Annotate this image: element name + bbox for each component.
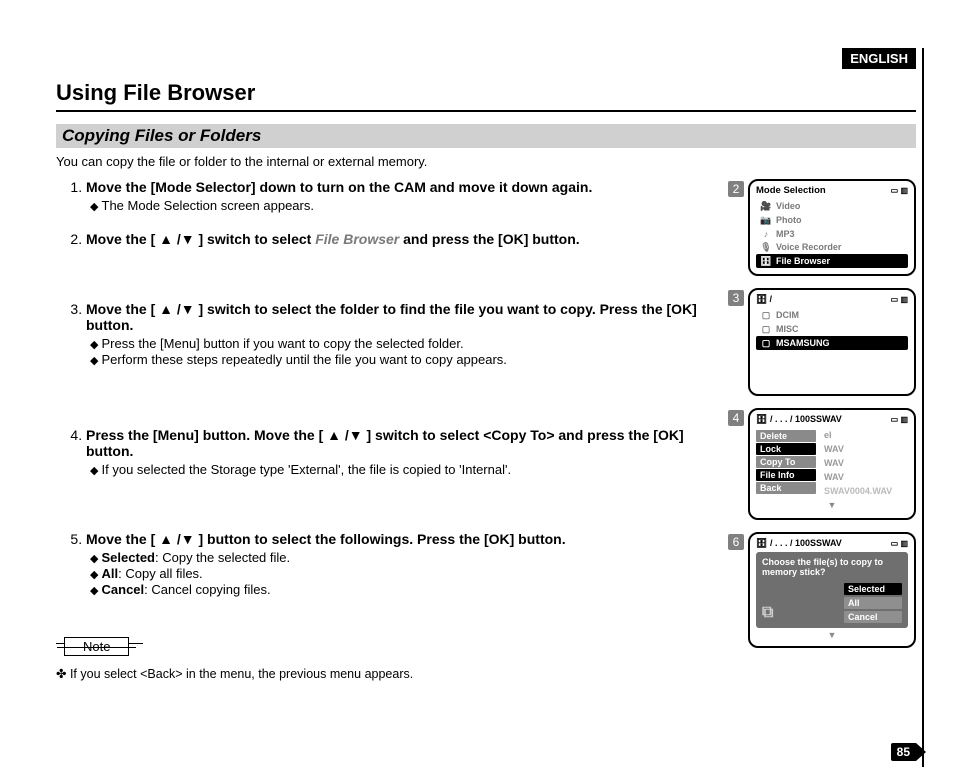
shot-4-menu-fileinfo: File Info xyxy=(756,469,816,481)
shot-6-block: 6 🗄 / . . . / 100SSWAV ▭ ▥ Choose the fi… xyxy=(728,532,916,648)
shot-2-title: Mode Selection xyxy=(756,185,826,196)
shot-3-folder-msamsung: ▢MSAMSUNG xyxy=(756,336,908,350)
intro-text: You can copy the file or folder to the i… xyxy=(56,154,916,169)
shot-2-item-video: 🎥Video xyxy=(756,199,908,213)
step-5-sub-1: Selected: Copy the selected file. xyxy=(90,550,710,565)
shot-3-status-icons: ▭ ▥ xyxy=(891,295,908,304)
shot-3-folder-dcim: ▢DCIM xyxy=(756,308,908,322)
shot-2: Mode Selection ▭ ▥ 🎥Video 📷Photo ♪MP3 🎙V… xyxy=(748,179,916,276)
shot-4-menu: Delete Lock Copy To File Info Back xyxy=(756,430,816,495)
shot-4-menu-copyto: Copy To xyxy=(756,456,816,468)
step-1: Move the [Mode Selector] down to turn on… xyxy=(86,179,710,213)
step-3-sub-1: Press the [Menu] button if you want to c… xyxy=(90,336,710,351)
shot-4-number: 4 xyxy=(728,410,744,426)
section-title: Copying Files or Folders xyxy=(56,124,916,148)
step-4-head: Press the [Menu] button. Move the [ ▲ /▼… xyxy=(86,427,684,459)
step-5: Move the [ ▲ /▼ ] button to select the f… xyxy=(86,531,710,597)
shot-2-item-voice: 🎙Voice Recorder xyxy=(756,240,908,254)
title-rule xyxy=(56,110,916,112)
step-3-sub-2: Perform these steps repeatedly until the… xyxy=(90,352,710,367)
shot-6-dialog-question: Choose the file(s) to copy to memory sti… xyxy=(762,557,902,577)
shot-3-number: 3 xyxy=(728,290,744,306)
shot-6-dialog: Choose the file(s) to copy to memory sti… xyxy=(756,552,908,628)
shot-4-menu-lock: Lock xyxy=(756,443,816,455)
shot-6-opt-selected: Selected xyxy=(844,583,902,595)
shot-4-menu-delete: Delete xyxy=(756,430,816,442)
step-3-head: Move the [ ▲ /▼ ] switch to select the f… xyxy=(86,301,697,333)
instructions-column: Move the [Mode Selector] down to turn on… xyxy=(56,179,710,681)
note-text: If you select <Back> in the menu, the pr… xyxy=(56,666,710,681)
steps-list: Move the [Mode Selector] down to turn on… xyxy=(56,179,710,597)
shot-6-arrow-down-icon: ▼ xyxy=(756,630,908,640)
step-1-sub: The Mode Selection screen appears. xyxy=(90,198,710,213)
shot-2-item-photo: 📷Photo xyxy=(756,213,908,227)
shot-4-block: 4 🗄 / . . . / 100SSWAV ▭ ▥ Delete Lock C… xyxy=(728,408,916,520)
shot-4-arrow-down-icon: ▼ xyxy=(756,500,908,510)
page-right-rule xyxy=(922,48,924,767)
step-3: Move the [ ▲ /▼ ] switch to select the f… xyxy=(86,301,710,367)
shot-6: 🗄 / . . . / 100SSWAV ▭ ▥ Choose the file… xyxy=(748,532,916,648)
note-heading: Note xyxy=(56,631,710,656)
step-4: Press the [Menu] button. Move the [ ▲ /▼… xyxy=(86,427,710,477)
page-title: Using File Browser xyxy=(56,80,916,106)
shot-3-folder-misc: ▢MISC xyxy=(756,322,908,336)
shot-3-block: 3 🗄/ ▭ ▥ ▢DCIM ▢MISC ▢MSAMSUNG xyxy=(728,288,916,396)
shot-4: 🗄 / . . . / 100SSWAV ▭ ▥ Delete Lock Cop… xyxy=(748,408,916,520)
step-2: Move the [ ▲ /▼ ] switch to select File … xyxy=(86,231,710,247)
shot-2-item-mp3: ♪MP3 xyxy=(756,227,908,240)
shot-4-status-icons: ▭ ▥ xyxy=(891,415,908,424)
shot-6-path: 🗄 / . . . / 100SSWAV xyxy=(756,538,842,549)
step-5-sub-2: All: Copy all files. xyxy=(90,566,710,581)
step-5-head: Move the [ ▲ /▼ ] button to select the f… xyxy=(86,531,566,547)
shot-4-path: 🗄 / . . . / 100SSWAV xyxy=(756,414,842,425)
step-1-head: Move the [Mode Selector] down to turn on… xyxy=(86,179,592,195)
copy-icon: ⧉ xyxy=(762,604,773,622)
shot-6-number: 6 xyxy=(728,534,744,550)
shot-2-block: 2 Mode Selection ▭ ▥ 🎥Video 📷Photo ♪MP3 … xyxy=(728,179,916,276)
shot-4-menu-back: Back xyxy=(756,482,816,494)
shot-6-status-icons: ▭ ▥ xyxy=(891,539,908,548)
shot-6-opt-all: All xyxy=(844,597,902,609)
shot-2-status-icons: ▭ ▥ xyxy=(891,186,908,195)
shot-2-item-filebrowser: 🗄File Browser xyxy=(756,254,908,268)
step-2-head: Move the [ ▲ /▼ ] switch to select File … xyxy=(86,231,580,247)
step-5-sub-3: Cancel: Cancel copying files. xyxy=(90,582,710,597)
content-row: Move the [Mode Selector] down to turn on… xyxy=(56,179,916,681)
shot-3: 🗄/ ▭ ▥ ▢DCIM ▢MISC ▢MSAMSUNG xyxy=(748,288,916,396)
step-4-sub: If you selected the Storage type 'Extern… xyxy=(90,462,710,477)
language-tag: ENGLISH xyxy=(842,48,916,69)
screenshots-column: 2 Mode Selection ▭ ▥ 🎥Video 📷Photo ♪MP3 … xyxy=(728,179,916,681)
shot-3-path: 🗄/ xyxy=(756,294,772,305)
shot-6-opt-cancel: Cancel xyxy=(844,611,902,623)
shot-2-number: 2 xyxy=(728,181,744,197)
page-number: 85 xyxy=(891,743,916,761)
